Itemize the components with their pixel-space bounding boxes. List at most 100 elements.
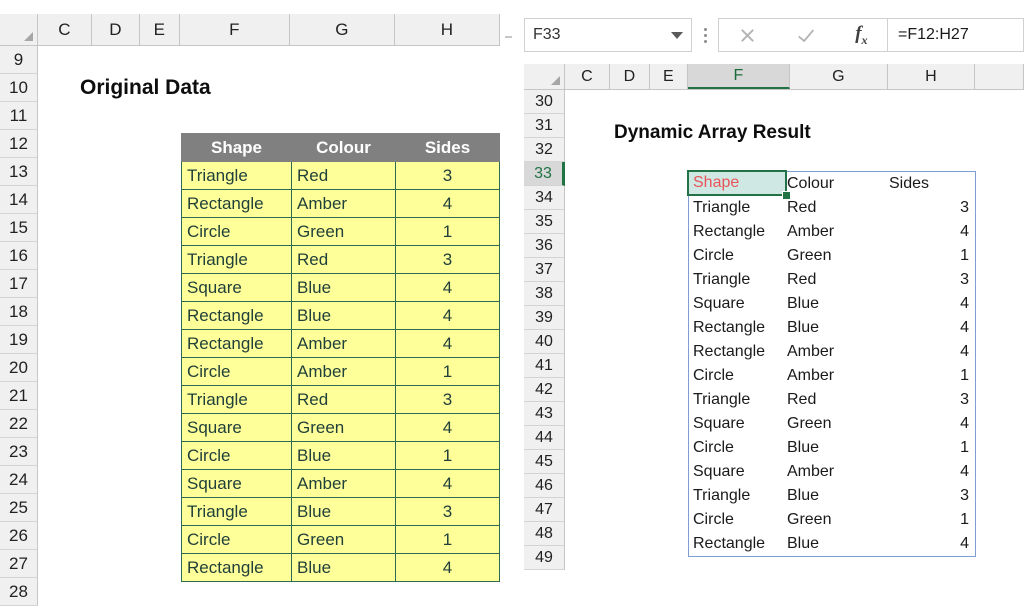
row-header[interactable]: 44 <box>524 426 565 450</box>
spill-row[interactable]: Circle Green 1 <box>689 244 975 268</box>
select-all-corner[interactable] <box>524 64 565 89</box>
row-header[interactable]: 30 <box>524 90 565 114</box>
cell-sides[interactable]: 3 <box>395 245 500 274</box>
row-header[interactable]: 48 <box>524 522 565 546</box>
table-row[interactable]: Triangle Red 3 <box>181 385 500 414</box>
cell-shape[interactable]: Circle <box>181 217 292 246</box>
cell-colour[interactable]: Blue <box>291 497 396 526</box>
cell-colour[interactable]: Green <box>291 413 396 442</box>
fill-handle[interactable] <box>782 191 791 200</box>
row-header[interactable]: 34 <box>524 186 565 210</box>
cell-shape[interactable]: Square <box>181 469 292 498</box>
cell-shape[interactable]: Circle <box>181 525 292 554</box>
row-header[interactable]: 17 <box>0 270 38 298</box>
selected-cell-f33[interactable]: Shape <box>687 170 787 196</box>
row-header[interactable]: 39 <box>524 306 565 330</box>
select-all-corner[interactable] <box>0 14 38 45</box>
row-header[interactable]: 47 <box>524 498 565 522</box>
cell-sides[interactable]: 3 <box>395 161 500 190</box>
column-header-e[interactable]: E <box>140 14 180 45</box>
cell-sides[interactable]: 4 <box>395 413 500 442</box>
cell-colour[interactable]: Blue <box>291 553 396 582</box>
table-row[interactable]: Triangle Red 3 <box>181 245 500 274</box>
row-header[interactable]: 35 <box>524 210 565 234</box>
row-header[interactable]: 49 <box>524 546 565 570</box>
cell-sides[interactable]: 4 <box>395 301 500 330</box>
cell-shape[interactable]: Rectangle <box>181 301 292 330</box>
table-row[interactable]: Rectangle Amber 4 <box>181 189 500 218</box>
cell-shape[interactable]: Square <box>181 273 292 302</box>
column-header-d[interactable]: D <box>92 14 140 45</box>
cell-sides[interactable]: 3 <box>395 385 500 414</box>
cell-sides[interactable]: 4 <box>395 329 500 358</box>
row-header[interactable]: 38 <box>524 282 565 306</box>
cell-colour[interactable]: Amber <box>291 329 396 358</box>
spill-row[interactable]: Triangle Red 3 <box>689 196 975 220</box>
spill-row[interactable]: Circle Amber 1 <box>689 364 975 388</box>
column-header-f[interactable]: F <box>688 64 790 89</box>
row-header[interactable]: 27 <box>0 550 38 578</box>
row-header[interactable]: 28 <box>0 578 38 606</box>
row-header[interactable]: 10 <box>0 74 38 102</box>
row-header[interactable]: 25 <box>0 494 38 522</box>
row-header[interactable]: 41 <box>524 354 565 378</box>
spill-row[interactable]: Circle Green 1 <box>689 508 975 532</box>
chevron-down-icon[interactable] <box>671 31 683 39</box>
cell-colour[interactable]: Blue <box>291 273 396 302</box>
row-header[interactable]: 24 <box>0 466 38 494</box>
cell-shape[interactable]: Circle <box>181 357 292 386</box>
row-header[interactable]: 23 <box>0 438 38 466</box>
spill-row[interactable]: Square Blue 4 <box>689 292 975 316</box>
cell-colour[interactable]: Red <box>291 245 396 274</box>
cell-sides[interactable]: 4 <box>395 273 500 302</box>
column-header-c[interactable]: C <box>38 14 92 45</box>
column-header-h[interactable]: H <box>888 64 975 89</box>
cell-shape[interactable]: Triangle <box>181 245 292 274</box>
cell-colour[interactable]: Red <box>291 385 396 414</box>
row-header[interactable]: 22 <box>0 410 38 438</box>
cell-colour[interactable]: Green <box>291 525 396 554</box>
cell-shape[interactable]: Rectangle <box>181 553 292 582</box>
row-header[interactable]: 45 <box>524 450 565 474</box>
cell-colour[interactable]: Green <box>291 217 396 246</box>
row-header[interactable]: 32 <box>524 138 565 162</box>
cell-colour[interactable]: Blue <box>291 441 396 470</box>
column-header-partial[interactable] <box>975 64 1024 89</box>
fx-icon[interactable]: fx <box>855 23 867 48</box>
row-header[interactable]: 42 <box>524 378 565 402</box>
cell-shape[interactable]: Rectangle <box>181 189 292 218</box>
column-header-g[interactable]: G <box>290 14 395 45</box>
row-header[interactable]: 40 <box>524 330 565 354</box>
row-header[interactable]: 31 <box>524 114 565 138</box>
cell-sides[interactable]: 1 <box>395 357 500 386</box>
column-header-h[interactable]: H <box>395 14 500 45</box>
row-header[interactable]: 43 <box>524 402 565 426</box>
table-row[interactable]: Square Amber 4 <box>181 469 500 498</box>
row-header[interactable]: 14 <box>0 186 38 214</box>
row-header[interactable]: 36 <box>524 234 565 258</box>
cell-shape[interactable]: Square <box>181 413 292 442</box>
row-header[interactable]: 9 <box>0 46 38 74</box>
table-row[interactable]: Square Green 4 <box>181 413 500 442</box>
table-row[interactable]: Circle Green 1 <box>181 217 500 246</box>
cell-sides[interactable]: 4 <box>395 469 500 498</box>
row-header[interactable]: 15 <box>0 214 38 242</box>
close-x-icon[interactable] <box>738 26 757 45</box>
cell-colour[interactable]: Amber <box>291 189 396 218</box>
cell-colour[interactable]: Amber <box>291 469 396 498</box>
row-header[interactable]: 16 <box>0 242 38 270</box>
cell-shape[interactable]: Circle <box>181 441 292 470</box>
table-row[interactable]: Circle Amber 1 <box>181 357 500 386</box>
row-header[interactable]: 46 <box>524 474 565 498</box>
cell-colour[interactable]: Blue <box>291 301 396 330</box>
row-header[interactable]: 37 <box>524 258 565 282</box>
cell-sides[interactable]: 1 <box>395 525 500 554</box>
spill-row[interactable]: Rectangle Blue 4 <box>689 532 975 556</box>
column-header-e[interactable]: E <box>650 64 688 89</box>
column-header-d[interactable]: D <box>610 64 650 89</box>
formula-input[interactable]: =F12:H27 <box>888 18 1024 52</box>
spill-row[interactable]: Rectangle Amber 4 <box>689 220 975 244</box>
name-box[interactable]: F33 <box>524 18 692 52</box>
row-header-selected[interactable]: 33 <box>524 162 565 186</box>
table-row[interactable]: Rectangle Blue 4 <box>181 553 500 582</box>
